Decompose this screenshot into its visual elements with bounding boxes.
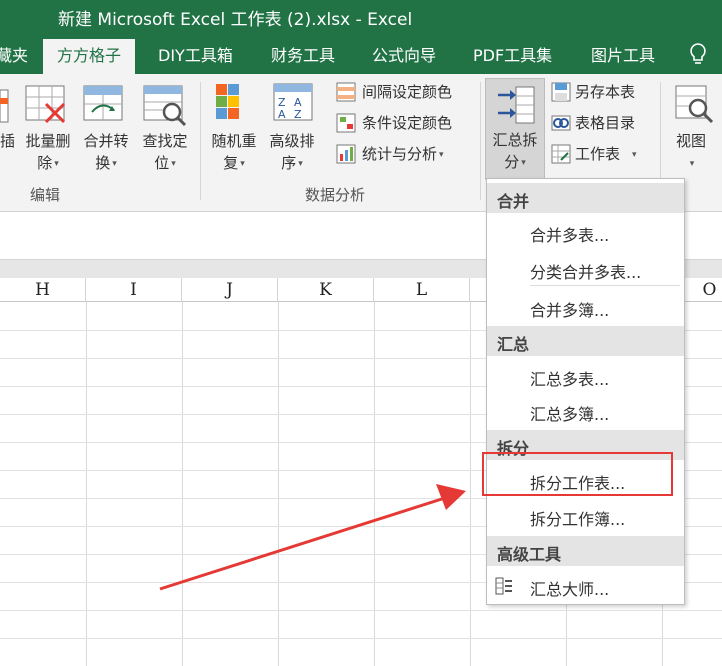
- annotation-highlight-box: [482, 452, 673, 496]
- group-separator: [480, 82, 481, 200]
- merge-convert-button[interactable]: 合并转 换 ▾: [78, 130, 134, 175]
- random-repeat-label-1: 随机重: [211, 132, 257, 150]
- dropdown-caret-icon: ▾: [632, 149, 637, 160]
- advanced-sort-icon: ZA AZ: [273, 83, 313, 121]
- stats-analysis-button[interactable]: 统计与分析 ▾: [362, 143, 444, 166]
- dropdown-caret-icon: ▾: [240, 158, 245, 169]
- tab-finance-tools[interactable]: 财务工具: [271, 42, 335, 66]
- grid-line: [182, 302, 183, 666]
- table-directory-icon: [551, 115, 571, 131]
- menu-item-summary-master[interactable]: 汇总大师...: [487, 570, 684, 602]
- dropdown-caret-icon: ▾: [298, 158, 303, 169]
- dropdown-caret-icon: ▾: [689, 158, 695, 169]
- find-locate-button[interactable]: 查找定 位 ▾: [137, 130, 193, 175]
- tell-me-bulb-icon[interactable]: [688, 42, 722, 68]
- menu-item-merge-workbooks[interactable]: 合并多簿...: [487, 291, 684, 323]
- view-button[interactable]: 视图 ▾: [666, 130, 716, 175]
- find-locate-label-2: 位: [154, 154, 170, 172]
- stats-analysis-icon: [336, 144, 356, 164]
- window-title: 新建 Microsoft Excel 工作表 (2).xlsx - Excel: [58, 10, 413, 30]
- merge-convert-icon: [83, 85, 123, 121]
- stats-analysis-label: 统计与分析: [362, 145, 438, 163]
- menu-header-advanced-tools: 高级工具: [487, 536, 684, 566]
- menu-item-category-merge-sheets[interactable]: 分类合并多表...: [487, 253, 684, 285]
- random-repeat-icon: [216, 84, 239, 119]
- insert-icon: [0, 89, 9, 123]
- column-header-l[interactable]: L: [374, 278, 470, 302]
- column-header-h[interactable]: H: [0, 278, 86, 302]
- menu-item-merge-sheets[interactable]: 合并多表...: [487, 216, 684, 248]
- menu-header-summary: 汇总: [487, 326, 684, 356]
- worksheet-button[interactable]: 工作表 ▾: [575, 143, 637, 166]
- interval-color-button[interactable]: 间隔设定颜色: [362, 81, 452, 103]
- grid-line: [374, 302, 375, 666]
- view-icon: [675, 85, 714, 124]
- table-directory-button[interactable]: 表格目录: [575, 112, 635, 134]
- grid-line: [470, 302, 471, 666]
- edit-group-label: 编辑: [30, 186, 61, 204]
- merge-convert-label-2: 换: [95, 154, 111, 172]
- svg-text:A: A: [278, 108, 286, 121]
- conditional-color-icon: [336, 113, 356, 133]
- random-repeat-button[interactable]: 随机重 复 ▾: [206, 130, 262, 175]
- menu-item-summary-workbooks[interactable]: 汇总多簿...: [487, 395, 684, 427]
- menu-item-split-workbook[interactable]: 拆分工作簿...: [487, 500, 684, 532]
- random-repeat-label-2: 复: [223, 154, 239, 172]
- summary-split-label: 汇总拆 分 ▾: [486, 129, 544, 174]
- view-label: 视图: [675, 132, 706, 150]
- summary-split-button[interactable]: 汇总拆 分 ▾: [485, 78, 545, 180]
- menu-header-merge: 合并: [487, 183, 684, 213]
- dropdown-caret-icon: ▾: [439, 149, 444, 160]
- summary-split-label-1: 汇总拆: [492, 131, 538, 149]
- worksheet-icon: [551, 144, 571, 164]
- tab-fangfanggezi[interactable]: 方方格子: [43, 39, 136, 74]
- dropdown-caret-icon: ▾: [521, 157, 526, 168]
- svg-text:Z: Z: [294, 108, 302, 121]
- dropdown-caret-icon: ▾: [54, 158, 59, 169]
- worksheet-label: 工作表: [575, 145, 621, 163]
- data-analysis-group-label: 数据分析: [305, 186, 366, 204]
- advanced-sort-label-1: 高级排: [269, 132, 315, 150]
- save-table-icon: [551, 82, 571, 102]
- batch-delete-label-2: 除: [37, 154, 53, 172]
- summary-split-label-2: 分: [504, 153, 520, 171]
- conditional-color-button[interactable]: 条件设定颜色: [362, 112, 452, 134]
- interval-color-icon: [336, 82, 356, 102]
- dropdown-caret-icon: ▾: [112, 158, 117, 169]
- menu-item-summary-master-label: 汇总大师...: [530, 580, 610, 599]
- batch-delete-icon: [25, 85, 66, 124]
- insert-partial-label[interactable]: 插: [0, 130, 15, 152]
- tab-formula-wizard[interactable]: 公式向导: [372, 42, 436, 66]
- column-header-k[interactable]: K: [278, 278, 374, 302]
- title-bar: 新建 Microsoft Excel 工作表 (2).xlsx - Excel: [0, 0, 722, 34]
- summary-split-menu: 合并 合并多表... 分类合并多表... 合并多簿... 汇总 汇总多表... …: [486, 178, 685, 605]
- grid-line: [86, 302, 87, 666]
- advanced-sort-label-2: 序: [281, 154, 297, 172]
- merge-convert-label-1: 合并转: [83, 132, 129, 150]
- menu-item-summary-sheets[interactable]: 汇总多表...: [487, 360, 684, 392]
- dropdown-caret-icon: ▾: [171, 158, 176, 169]
- column-header-j[interactable]: J: [182, 278, 278, 302]
- grid-line: [0, 638, 722, 639]
- grid-line: [278, 302, 279, 666]
- save-table-button[interactable]: 另存本表: [575, 81, 635, 103]
- summary-master-icon: [495, 577, 512, 595]
- tab-image-tools[interactable]: 图片工具: [591, 42, 655, 66]
- group-separator: [200, 82, 201, 200]
- tab-favorites[interactable]: 藏夹: [0, 42, 28, 66]
- advanced-sort-button[interactable]: 高级排 序 ▾: [264, 130, 320, 175]
- summary-split-icon: [498, 86, 535, 124]
- ribbon-tab-bar: 藏夹 方方格子 DIY工具箱 财务工具 公式向导 PDF工具集 图片工具: [0, 34, 722, 74]
- batch-delete-label-1: 批量删: [25, 132, 71, 150]
- batch-delete-button[interactable]: 批量删 除 ▾: [20, 130, 76, 175]
- grid-line: [0, 610, 722, 611]
- tab-diy-toolbox[interactable]: DIY工具箱: [158, 42, 233, 66]
- menu-divider: [530, 285, 680, 286]
- column-header-i[interactable]: I: [86, 278, 182, 302]
- find-locate-label-1: 查找定: [142, 132, 188, 150]
- find-locate-icon: [143, 85, 187, 127]
- tab-pdf-tools[interactable]: PDF工具集: [473, 42, 552, 66]
